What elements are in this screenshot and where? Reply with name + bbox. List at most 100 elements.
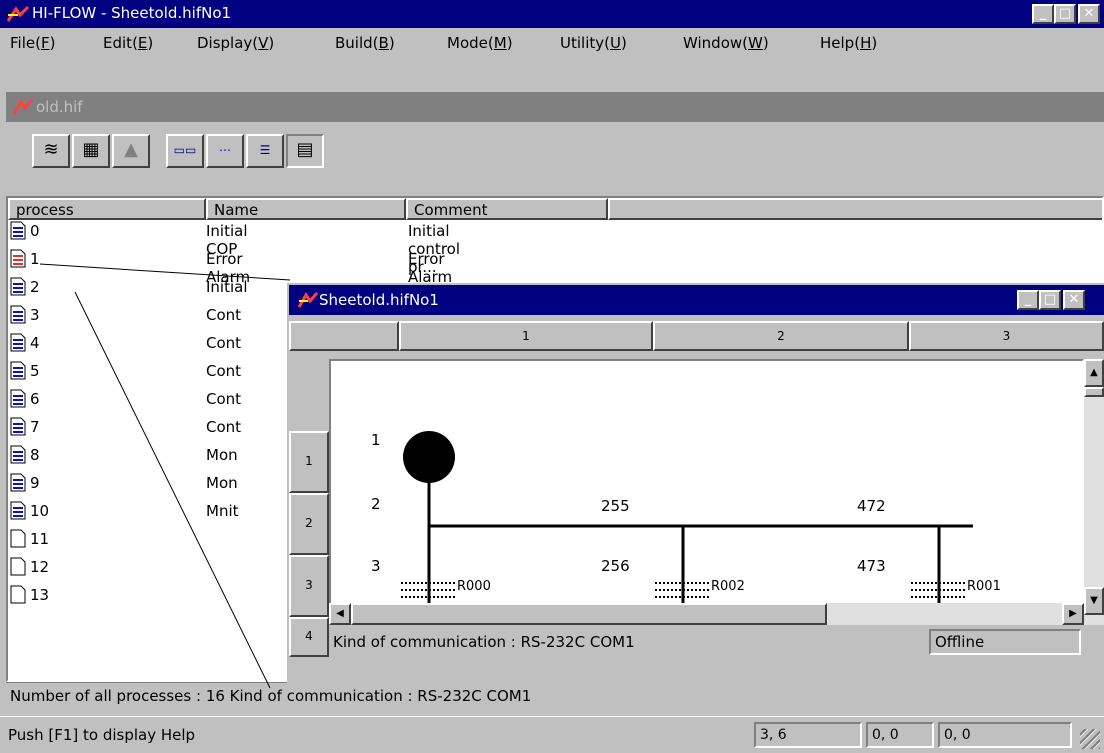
sheet-comm-text: Kind of communication : RS-232C COM1 <box>333 633 635 651</box>
menu-mode-label: Mode <box>447 34 488 52</box>
sheet-row-header-3[interactable]: 3 <box>289 555 329 617</box>
process-number: 2 <box>30 278 40 296</box>
table-row[interactable]: 7 Cont <box>8 416 278 439</box>
minimize-button[interactable]: _ <box>1032 4 1054 24</box>
menu-bar: File(F) Edit(E) Display(V) Build(B) Mode… <box>0 28 1104 60</box>
status-cell-1: 0, 0 <box>866 722 934 748</box>
toolbar-view-large-button[interactable]: ▭▭ <box>166 134 204 168</box>
scroll-thumb-horizontal[interactable] <box>351 603 827 625</box>
sheet-minimize-button[interactable]: _ <box>1017 290 1039 310</box>
process-number: 13 <box>30 586 50 604</box>
table-row[interactable]: 10 Mnit <box>8 500 278 523</box>
step-label-2: 2 <box>371 495 381 513</box>
table-row[interactable]: 12 <box>8 556 278 579</box>
sheet-online-state: Offline <box>929 629 1081 655</box>
sheet-row-header-4[interactable]: 4 <box>289 617 329 657</box>
process-name: Initial <box>206 278 248 296</box>
menu-utility[interactable]: Utility(U) <box>560 34 627 52</box>
relay-r001[interactable]: R001 <box>967 579 1001 594</box>
menu-edit-key: E <box>137 34 148 52</box>
sheet-corner <box>289 321 399 351</box>
sheet-row-header-1[interactable]: 1 <box>289 431 329 493</box>
scroll-up-button[interactable]: ▲ <box>1084 359 1104 387</box>
menu-utility-key: U <box>609 34 621 52</box>
sheet-row-header-1-label: 1 <box>305 454 313 468</box>
column-header-process[interactable]: process <box>8 198 206 220</box>
table-row[interactable]: 8 Mon <box>8 444 278 467</box>
process-number: 4 <box>30 334 40 352</box>
toolbar-calendar-button[interactable]: ▦ <box>72 134 110 168</box>
branch-number-473: 473 <box>857 557 886 575</box>
vertical-scrollbar[interactable]: ▲ ▼ <box>1084 359 1104 625</box>
resize-grip-icon[interactable] <box>1080 729 1100 749</box>
sheet-col-header-2[interactable]: 2 <box>653 321 909 351</box>
scroll-right-button[interactable]: ▶ <box>1062 603 1084 625</box>
menu-build-key: B <box>378 34 389 52</box>
doc-title: old.hif <box>36 98 83 116</box>
column-header-name[interactable]: Name <box>206 198 406 220</box>
column-header-comment[interactable]: Comment <box>406 198 608 220</box>
menu-window[interactable]: Window(W) <box>683 34 769 52</box>
flow-canvas[interactable]: 1 2 3 255 472 256 473 R000 R002 R001 <box>329 359 1084 625</box>
main-title-bar[interactable]: HI-FLOW - Sheetold.hifNo1 _ □ ✕ <box>0 0 1104 28</box>
menu-display[interactable]: Display(V) <box>197 34 274 52</box>
scroll-left-button[interactable]: ◀ <box>329 603 351 625</box>
menu-help[interactable]: Help(H) <box>820 34 877 52</box>
branch-number-255: 255 <box>601 497 630 515</box>
document-icon <box>10 333 26 352</box>
sheet-col-header-1[interactable]: 1 <box>399 321 653 351</box>
doc-title-bar[interactable]: old.hif <box>6 92 1104 122</box>
sheet-state-label: Offline <box>935 633 985 651</box>
maximize-button[interactable]: □ <box>1054 4 1076 24</box>
process-name: Mon <box>206 446 238 464</box>
toolbar-view-list-button[interactable]: ☰ <box>246 134 284 168</box>
process-number: 9 <box>30 474 40 492</box>
horizontal-scrollbar[interactable]: ◀ ▶ <box>329 603 1084 625</box>
process-number: 0 <box>30 222 40 240</box>
close-button[interactable]: ✕ <box>1078 4 1100 24</box>
sheet-row-header-4-label: 4 <box>305 629 313 643</box>
sheet-title-bar[interactable]: Sheetold.hifNo1 _ □ ✕ <box>289 285 1104 315</box>
scroll-down-button[interactable]: ▼ <box>1084 587 1104 615</box>
toolbar-view-detail-button[interactable]: ▤ <box>286 134 324 168</box>
scroll-thumb-vertical[interactable] <box>1084 387 1104 397</box>
process-name: Cont <box>206 306 242 324</box>
menu-edit[interactable]: Edit(E) <box>103 34 153 52</box>
menu-window-key: W <box>748 34 763 52</box>
table-row[interactable]: 4 Cont <box>8 332 278 355</box>
toolbar-erase-button[interactable]: ▲ <box>112 134 150 168</box>
relay-r000[interactable]: R000 <box>457 579 491 594</box>
process-number: 10 <box>30 502 50 520</box>
menu-display-label: Display <box>197 34 253 52</box>
sheet-window: Sheetold.hifNo1 _ □ ✕ 1 2 3 1 2 3 4 1 2 … <box>287 283 1104 685</box>
toolbar-layers-button[interactable]: ≋ <box>32 134 70 168</box>
step-label-3: 3 <box>371 557 381 575</box>
table-row[interactable]: 5 Cont <box>8 360 278 383</box>
table-row[interactable]: 9 Mon <box>8 472 278 495</box>
menu-utility-label: Utility <box>560 34 605 52</box>
sheet-row-header-2[interactable]: 2 <box>289 493 329 555</box>
doc-status: Number of all processes : 16 Kind of com… <box>6 682 1104 709</box>
table-row[interactable]: 2 Initial <box>8 276 278 299</box>
menu-build[interactable]: Build(B) <box>335 34 395 52</box>
table-row[interactable]: 11 <box>8 528 278 551</box>
sheet-col-header-3[interactable]: 3 <box>909 321 1104 351</box>
menu-file[interactable]: File(F) <box>10 34 55 52</box>
branch-number-472: 472 <box>857 497 886 515</box>
column-header-filler <box>608 198 1102 220</box>
sheet-maximize-button[interactable]: □ <box>1039 290 1061 310</box>
hiflow-app-icon <box>6 5 30 22</box>
process-number: 6 <box>30 390 40 408</box>
table-row[interactable]: 1Error AlarmError Alarm an... <box>8 248 452 304</box>
menu-file-key: F <box>40 34 50 52</box>
menu-mode[interactable]: Mode(M) <box>447 34 513 52</box>
status-bar: Push [F1] to display Help 3, 6 0, 0 0, 0 <box>0 716 1104 753</box>
table-row[interactable]: 3 Cont <box>8 304 278 327</box>
table-row[interactable]: 0 Initial COP Initial control pr... <box>8 220 460 276</box>
table-row[interactable]: 6 Cont <box>8 388 278 411</box>
sheet-close-button[interactable]: ✕ <box>1063 290 1085 310</box>
table-row[interactable]: 13 <box>8 584 278 607</box>
toolbar-view-tree-button[interactable]: ⋯ <box>206 134 244 168</box>
document-icon <box>10 249 26 268</box>
relay-r002[interactable]: R002 <box>711 579 745 594</box>
